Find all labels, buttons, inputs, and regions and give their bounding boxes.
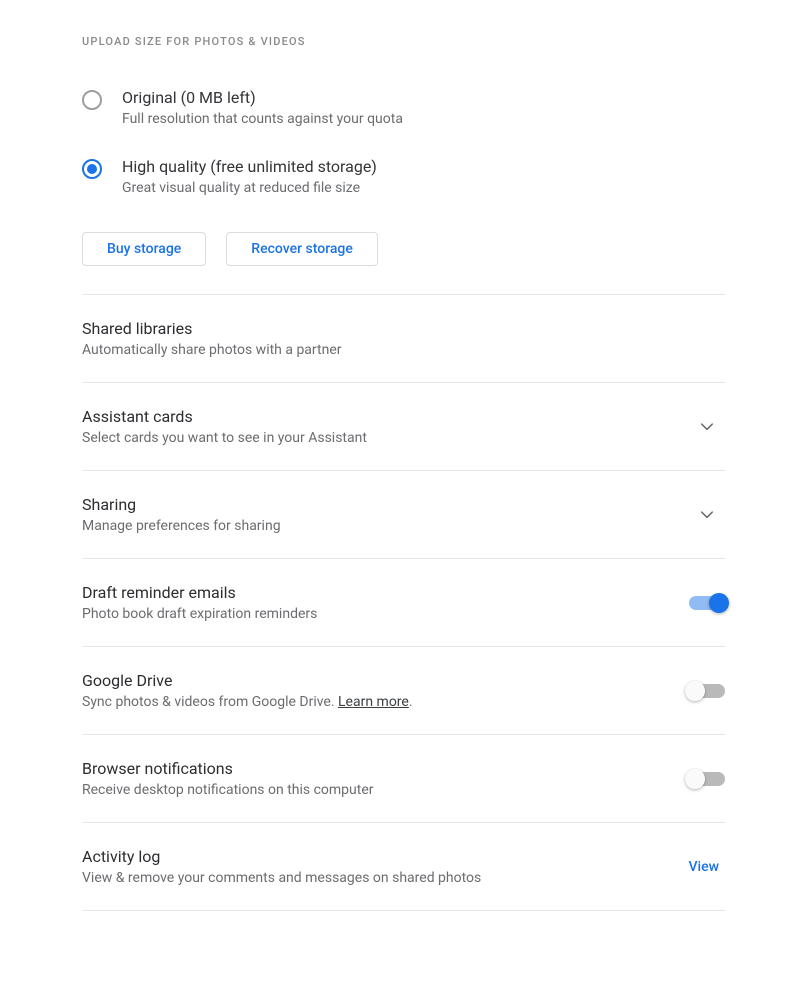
recover-storage-button[interactable]: Recover storage (226, 232, 378, 266)
radio-icon (82, 159, 102, 179)
setting-title: Google Drive (82, 671, 413, 690)
setting-text: Sharing Manage preferences for sharing (82, 495, 281, 534)
radio-title: High quality (free unlimited storage) (122, 157, 377, 176)
radio-icon (82, 90, 102, 110)
setting-sharing[interactable]: Sharing Manage preferences for sharing (82, 471, 725, 559)
chevron-down-icon (695, 415, 719, 439)
setting-text: Activity log View & remove your comments… (82, 847, 481, 886)
setting-text: Google Drive Sync photos & videos from G… (82, 671, 413, 710)
radio-option-original[interactable]: Original (0 MB left) Full resolution tha… (82, 88, 725, 127)
setting-assistant-cards[interactable]: Assistant cards Select cards you want to… (82, 383, 725, 471)
setting-text: Shared libraries Automatically share pho… (82, 319, 342, 358)
setting-activity-log: Activity log View & remove your comments… (82, 823, 725, 911)
setting-text: Assistant cards Select cards you want to… (82, 407, 367, 446)
setting-draft-reminder: Draft reminder emails Photo book draft e… (82, 559, 725, 647)
desc-suffix: . (409, 694, 413, 710)
setting-desc: Automatically share photos with a partne… (82, 342, 342, 358)
chevron-down-icon (695, 503, 719, 527)
setting-title: Assistant cards (82, 407, 367, 426)
setting-title: Draft reminder emails (82, 583, 317, 602)
toggle-knob (685, 681, 705, 701)
setting-text: Draft reminder emails Photo book draft e… (82, 583, 317, 622)
section-header: UPLOAD SIZE FOR PHOTOS & VIDEOS (82, 35, 725, 48)
view-link[interactable]: View (689, 859, 720, 875)
radio-desc: Great visual quality at reduced file siz… (122, 180, 377, 196)
setting-desc: Photo book draft expiration reminders (82, 606, 317, 622)
buy-storage-button[interactable]: Buy storage (82, 232, 206, 266)
setting-shared-libraries[interactable]: Shared libraries Automatically share pho… (82, 295, 725, 383)
toggle-knob (709, 593, 729, 613)
setting-title: Browser notifications (82, 759, 374, 778)
setting-desc: View & remove your comments and messages… (82, 870, 481, 886)
desc-prefix: Sync photos & videos from Google Drive. (82, 694, 338, 710)
setting-title: Activity log (82, 847, 481, 866)
setting-title: Sharing (82, 495, 281, 514)
toggle-google-drive[interactable] (689, 684, 725, 698)
toggle-browser-notifications[interactable] (689, 772, 725, 786)
toggle-knob (685, 769, 705, 789)
radio-text: High quality (free unlimited storage) Gr… (122, 157, 377, 196)
setting-desc: Receive desktop notifications on this co… (82, 782, 374, 798)
radio-title: Original (0 MB left) (122, 88, 403, 107)
setting-desc: Select cards you want to see in your Ass… (82, 430, 367, 446)
setting-title: Shared libraries (82, 319, 342, 338)
setting-google-drive: Google Drive Sync photos & videos from G… (82, 647, 725, 735)
setting-text: Browser notifications Receive desktop no… (82, 759, 374, 798)
learn-more-link[interactable]: Learn more (338, 694, 409, 710)
setting-desc: Manage preferences for sharing (82, 518, 281, 534)
radio-option-high-quality[interactable]: High quality (free unlimited storage) Gr… (82, 157, 725, 196)
radio-text: Original (0 MB left) Full resolution tha… (122, 88, 403, 127)
radio-desc: Full resolution that counts against your… (122, 111, 403, 127)
setting-desc: Sync photos & videos from Google Drive. … (82, 694, 413, 710)
toggle-draft-reminder[interactable] (689, 596, 725, 610)
upload-size-radio-group: Original (0 MB left) Full resolution tha… (82, 88, 725, 196)
setting-browser-notifications: Browser notifications Receive desktop no… (82, 735, 725, 823)
storage-buttons: Buy storage Recover storage (82, 232, 725, 266)
